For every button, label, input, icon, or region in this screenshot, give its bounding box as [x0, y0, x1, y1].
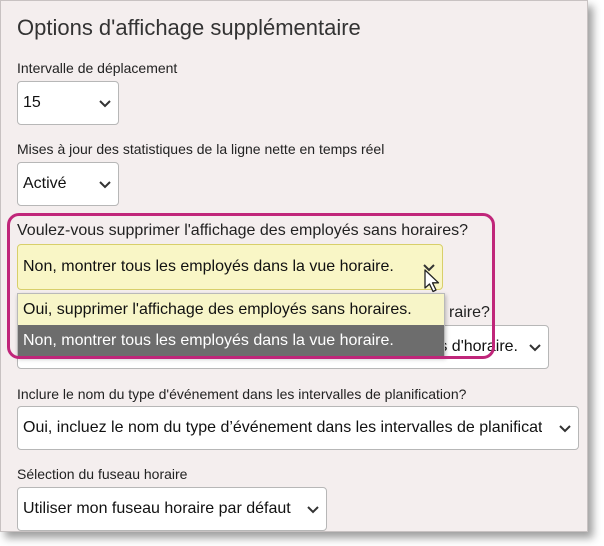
move-interval-select[interactable]: 15 — [17, 81, 119, 125]
chevron-down-icon — [98, 96, 112, 110]
chevron-down-icon — [558, 421, 572, 435]
event-type-name-label: Inclure le nom du type d'événement dans … — [17, 386, 467, 402]
chevron-down-icon — [306, 502, 320, 516]
timezone-select[interactable]: Utiliser mon fuseau horaire par défaut — [17, 487, 327, 531]
chevron-down-icon — [528, 340, 542, 354]
net-line-stats-select[interactable]: Activé — [17, 162, 119, 206]
hide-unscheduled-value: Non, montrer tous les employés dans la v… — [23, 258, 394, 275]
mouse-pointer-icon — [424, 269, 442, 293]
move-interval-value: 15 — [23, 94, 41, 111]
display-options-panel: Options d'affichage supplémentaire Inter… — [0, 0, 588, 532]
hide-unscheduled-dropdown: Oui, supprimer l'affichage des employés … — [17, 293, 445, 357]
event-type-name-value: Oui, incluez le nom du type d’événement … — [23, 419, 543, 436]
chevron-down-icon — [98, 177, 112, 191]
event-type-name-select[interactable]: Oui, incluez le nom du type d’événement … — [17, 406, 579, 450]
timezone-label: Sélection du fuseau horaire — [17, 466, 188, 482]
hidden-question-value-fragment: ts d'horaire. — [434, 338, 518, 355]
hide-unscheduled-label: Voulez-vous supprimer l'affichage des em… — [17, 222, 468, 239]
dropdown-option-yes[interactable]: Oui, supprimer l'affichage des employés … — [18, 294, 444, 325]
dropdown-option-no[interactable]: Non, montrer tous les employés dans la v… — [18, 325, 444, 356]
hidden-question-label-fragment: raire? — [449, 304, 490, 321]
timezone-value: Utiliser mon fuseau horaire par défaut — [23, 500, 291, 517]
net-line-stats-label: Mises à jour des statistiques de la lign… — [17, 141, 385, 157]
net-line-stats-value: Activé — [23, 175, 67, 192]
move-interval-label: Intervalle de déplacement — [17, 60, 178, 76]
section-heading: Options d'affichage supplémentaire — [17, 15, 361, 40]
hide-unscheduled-select[interactable]: Non, montrer tous les employés dans la v… — [17, 244, 443, 290]
